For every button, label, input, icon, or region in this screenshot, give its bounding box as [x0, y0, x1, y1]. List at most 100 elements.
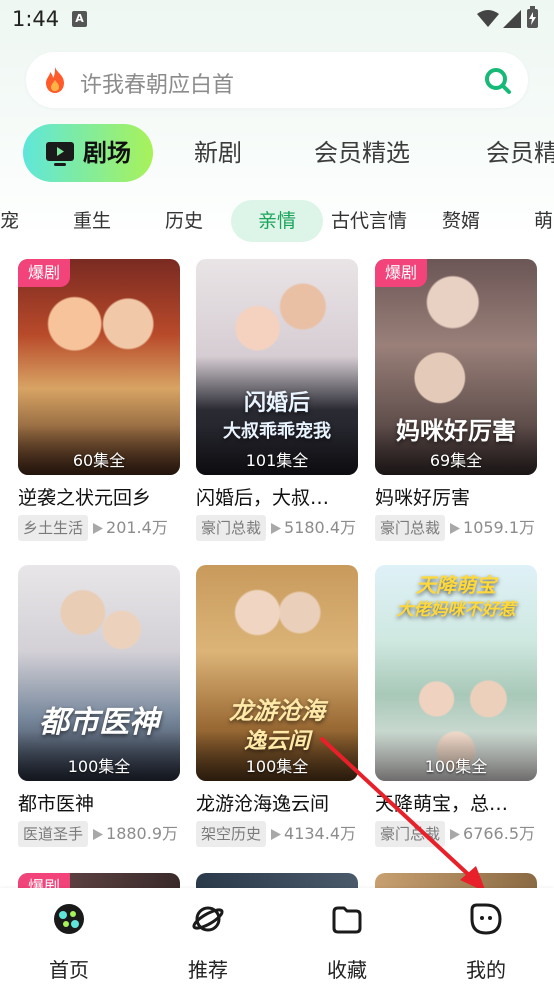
genre-tag[interactable]: 乡土生活: [18, 515, 89, 541]
tab-label: 会员精: [486, 139, 554, 167]
poster-title-art: 妈咪好厉害: [396, 417, 516, 445]
category-cute[interactable]: 萌: [534, 200, 553, 242]
tab-label: 剧场: [83, 139, 131, 167]
poster-title-art: 都市医神: [39, 705, 159, 740]
drama-card[interactable]: 爆剧 60集全 逆袭之状元回乡 乡土生活 201.4万: [18, 259, 180, 541]
play-icon: [271, 523, 282, 534]
episode-count: 101集全: [245, 451, 309, 470]
home-icon: [54, 904, 84, 934]
drama-card[interactable]: 都市医神 100集全 都市医神 医道圣手 1880.9万: [18, 565, 180, 847]
drama-card[interactable]: 龙游沧海 逸云间 100集全 龙游沧海逸云间 架空历史 4134.4万: [196, 565, 358, 847]
category-label: 古代言情: [331, 210, 408, 232]
nav-recommend[interactable]: 推荐: [158, 888, 258, 986]
episode-count: 100集全: [67, 757, 131, 776]
category-label: 宠: [0, 210, 20, 232]
drama-poster[interactable]: 爆剧 60集全: [18, 259, 180, 475]
nav-label: 首页: [49, 958, 89, 982]
hot-badge: 爆剧: [18, 873, 70, 888]
poster-title-art: 天降萌宝: [416, 573, 496, 597]
drama-card[interactable]: 爆剧: [18, 873, 180, 888]
tab-member-picks-2[interactable]: 会员精: [486, 124, 554, 182]
genre-tag[interactable]: 豪门总裁: [375, 515, 446, 541]
hot-badge: 爆剧: [375, 259, 427, 287]
drama-meta: 豪门总裁 5180.4万: [196, 515, 356, 541]
drama-title[interactable]: 闪婚后，大叔…: [196, 483, 396, 510]
play-icon: [271, 829, 282, 840]
drama-meta: 乡土生活 201.4万: [18, 515, 168, 541]
tab-member-picks[interactable]: 会员精选: [314, 124, 410, 182]
drama-card[interactable]: [196, 873, 358, 888]
drama-poster[interactable]: 龙游沧海 逸云间 100集全: [196, 565, 358, 781]
genre-tag[interactable]: 医道圣手: [18, 821, 89, 847]
category-label: 亲情: [257, 210, 296, 232]
view-count: 6766.5万: [463, 824, 536, 843]
episode-count: 100集全: [424, 757, 488, 776]
view-count: 5180.4万: [284, 518, 357, 537]
tab-theater[interactable]: 剧场: [23, 124, 153, 182]
poster-image: [375, 873, 537, 888]
drama-title[interactable]: 都市医神: [18, 789, 218, 816]
drama-poster[interactable]: 爆剧: [18, 873, 180, 888]
drama-poster[interactable]: [375, 873, 537, 888]
search-bar[interactable]: 许我春朝应白首: [26, 52, 528, 108]
nav-home[interactable]: 首页: [19, 888, 119, 986]
hot-badge: 爆剧: [18, 259, 70, 287]
drama-card[interactable]: [375, 873, 537, 888]
drama-poster[interactable]: 妈咪好厉害 爆剧 69集全: [375, 259, 537, 475]
drama-meta: 豪门总裁 6766.5万: [375, 821, 535, 847]
drama-title[interactable]: 妈咪好厉害: [375, 483, 554, 510]
poster-title-art: 大佬妈咪不好惹: [396, 600, 516, 620]
category-filter: 宠 重生 历史 亲情 古代言情 赘婿 萌: [0, 200, 554, 244]
signal-icon: [503, 10, 521, 28]
category-label: 赘婿: [442, 210, 481, 232]
nav-label: 推荐: [188, 958, 228, 982]
play-icon: [93, 523, 104, 534]
play-icon: [450, 829, 461, 840]
play-icon: [450, 523, 461, 534]
drama-poster[interactable]: 闪婚后 大叔乖乖宠我 101集全: [196, 259, 358, 475]
notification-a-icon: A: [72, 11, 87, 27]
nav-favorites[interactable]: 收藏: [297, 888, 397, 986]
category-label: 重生: [73, 210, 112, 232]
genre-tag[interactable]: 架空历史: [196, 821, 267, 847]
nav-label: 收藏: [327, 958, 367, 982]
bottom-nav: 首页 推荐 收藏 我的: [0, 888, 554, 986]
drama-poster[interactable]: 都市医神 100集全: [18, 565, 180, 781]
drama-meta: 医道圣手 1880.9万: [18, 821, 178, 847]
category-history[interactable]: 历史: [165, 200, 203, 242]
battery-icon: [527, 6, 538, 28]
drama-poster[interactable]: 天降萌宝 大佬妈咪不好惹 100集全: [375, 565, 537, 781]
category-pet[interactable]: 宠: [0, 200, 19, 242]
view-count: 1059.1万: [463, 518, 536, 537]
episode-count: 69集全: [429, 451, 483, 470]
top-tabs: 剧场 新剧 会员精选 会员精: [0, 124, 554, 184]
episode-count: 100集全: [245, 757, 309, 776]
search-input[interactable]: 许我春朝应白首: [80, 67, 234, 99]
category-son-in-law[interactable]: 赘婿: [442, 200, 480, 242]
drama-poster[interactable]: [196, 873, 358, 888]
category-rebirth[interactable]: 重生: [73, 200, 111, 242]
genre-tag[interactable]: 豪门总裁: [375, 821, 446, 847]
flame-icon: [46, 67, 64, 93]
drama-card[interactable]: 妈咪好厉害 爆剧 69集全 妈咪好厉害 豪门总裁 1059.1万: [375, 259, 537, 541]
category-ancient-romance[interactable]: 古代言情: [331, 200, 407, 242]
drama-title[interactable]: 天降萌宝，总…: [375, 789, 554, 816]
search-icon[interactable]: [484, 67, 512, 95]
drama-meta: 架空历史 4134.4万: [196, 821, 356, 847]
tab-new-drama[interactable]: 新剧: [194, 124, 242, 182]
drama-title[interactable]: 逆袭之状元回乡: [18, 483, 218, 510]
category-family[interactable]: 亲情: [231, 200, 323, 242]
view-count: 1880.9万: [106, 824, 179, 843]
planet-icon: [192, 906, 224, 932]
tv-icon: [46, 142, 74, 166]
nav-profile[interactable]: 我的: [436, 888, 536, 986]
drama-card[interactable]: 闪婚后 大叔乖乖宠我 101集全 闪婚后，大叔… 豪门总裁 5180.4万: [196, 259, 358, 541]
episode-count: 60集全: [72, 451, 126, 470]
drama-card[interactable]: 天降萌宝 大佬妈咪不好惹 100集全 天降萌宝，总… 豪门总裁 6766.5万: [375, 565, 537, 847]
poster-title-art: 闪婚后: [243, 391, 310, 416]
profile-icon: [470, 903, 502, 935]
status-time: 1:44: [12, 7, 60, 31]
category-label: 历史: [165, 210, 204, 232]
genre-tag[interactable]: 豪门总裁: [196, 515, 267, 541]
drama-title[interactable]: 龙游沧海逸云间: [196, 789, 396, 816]
